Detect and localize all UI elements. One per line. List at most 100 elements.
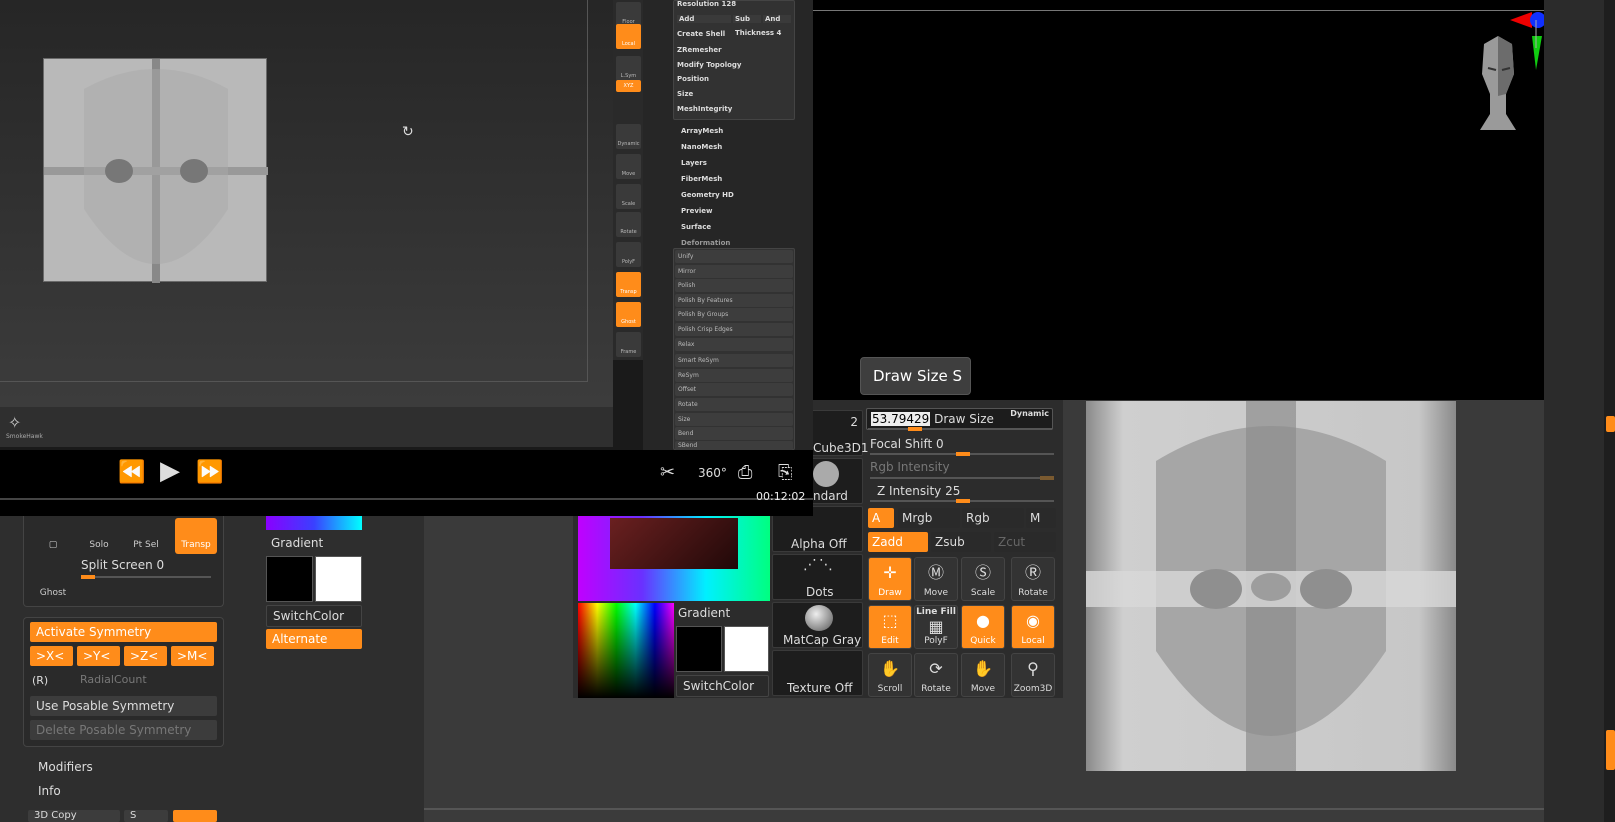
palette-primary-swatch[interactable] [676, 626, 722, 672]
palette-secondary-swatch[interactable] [724, 626, 769, 672]
rotate-button[interactable]: Rotate [616, 212, 641, 237]
viewport-canvas[interactable] [810, 0, 1544, 400]
thickness-slider[interactable]: Thickness 4 [735, 29, 781, 37]
rewind-icon[interactable]: ⏪ [118, 462, 145, 484]
alternate-button[interactable]: Alternate [266, 629, 362, 649]
deformation-slider[interactable]: Polish Crisp Edges [675, 323, 793, 336]
move-tool-button[interactable]: Ⓜ Move [914, 557, 958, 601]
deformation-slider[interactable]: Relax [675, 338, 793, 351]
activate-symmetry-button[interactable]: Activate Symmetry [30, 622, 217, 642]
deformation-slider[interactable]: Smart ReSym [675, 354, 793, 367]
ghost-toggle[interactable]: Ghost [616, 302, 641, 327]
share-icon[interactable]: ⎘ [778, 462, 792, 484]
move-button[interactable]: Move [616, 154, 641, 179]
draw-size-slider[interactable]: 53.79429 Draw Size Dynamic [866, 408, 1053, 430]
axis-m-button[interactable]: >M< [171, 646, 214, 666]
deformation-slider[interactable]: Rotate [675, 398, 793, 411]
switch-color-button[interactable]: SwitchColor [266, 605, 362, 627]
deformation-slider[interactable]: Polish By Features [675, 294, 793, 307]
rotate-tool-button[interactable]: Ⓡ Rotate [1011, 557, 1055, 601]
move-view-button[interactable]: ✋ Move [961, 653, 1005, 697]
deformation-slider[interactable]: Size [675, 413, 793, 426]
m-button[interactable]: M [1026, 508, 1056, 528]
polyf-toggle[interactable]: PolyF [616, 242, 641, 267]
geometry-item[interactable]: Position [677, 75, 709, 83]
s-button[interactable]: S [124, 810, 168, 822]
split-screen-slider[interactable] [81, 575, 211, 579]
draw-tool-button[interactable]: ✛ Draw [868, 557, 912, 601]
axis-y-button[interactable]: >Y< [77, 646, 120, 666]
solo-button[interactable]: Solo [78, 518, 120, 554]
info-menu[interactable]: Info [38, 784, 61, 798]
deformation-slider[interactable]: ReSym [675, 369, 793, 382]
camera-icon[interactable]: ⎙ [738, 462, 752, 484]
tray-tab[interactable] [1606, 730, 1615, 770]
deformation-slider[interactable]: Polish [675, 279, 793, 292]
secondary-color-swatch[interactable] [315, 556, 362, 602]
tray-tab[interactable] [1606, 416, 1615, 432]
polyf-button[interactable]: Line Fill ▦ PolyF [914, 605, 958, 649]
tool-menu-item[interactable]: Preview [681, 207, 713, 215]
play-icon[interactable]: ▶ [160, 458, 180, 484]
scissors-icon[interactable]: ✂ [660, 462, 675, 484]
modifiers-menu[interactable]: Modifiers [38, 760, 93, 774]
tool-menu-item[interactable]: NanoMesh [681, 143, 722, 151]
dynamic-button[interactable]: Dynamic [616, 124, 641, 149]
local-toggle[interactable]: Local [616, 24, 641, 49]
geometry-item[interactable]: ZRemesher [677, 46, 722, 54]
edit-button[interactable]: ⬚ Edit [868, 605, 912, 649]
tool-menu-item[interactable]: FiberMesh [681, 175, 722, 183]
360-icon[interactable]: 360° [698, 462, 727, 484]
head-navigation-icon[interactable] [1470, 34, 1526, 132]
deformation-slider[interactable]: Offset [675, 383, 793, 396]
sub-button[interactable]: Sub [733, 15, 761, 23]
dynamic-toggle[interactable]: Dynamic [1010, 404, 1049, 424]
rgb-intensity-slider[interactable] [870, 476, 1054, 480]
hue-strip[interactable] [266, 516, 362, 530]
deformation-slider[interactable]: Bend [675, 427, 793, 440]
palette-switch-color-button[interactable]: SwitchColor [676, 675, 769, 697]
add-button[interactable]: Add [677, 15, 731, 23]
deformation-header[interactable]: Deformation [681, 239, 730, 247]
and-button[interactable]: And [763, 15, 791, 23]
material-selector[interactable]: MatCap Gray [772, 602, 863, 648]
mrgb-button[interactable]: Mrgb [898, 508, 960, 528]
xyz-button[interactable]: XYZ [616, 80, 641, 92]
geometry-item[interactable]: Size [677, 90, 693, 98]
scale-tool-button[interactable]: Ⓢ Scale [961, 557, 1005, 601]
scroll-button[interactable]: ✋ Scroll [868, 653, 912, 697]
tool-menu-item[interactable]: Surface [681, 223, 711, 231]
radial-count-slider[interactable]: RadialCount [80, 673, 147, 686]
stroke-selector[interactable]: ⋰⋱ Dots [772, 554, 863, 600]
axis-z-button[interactable]: >Z< [124, 646, 167, 666]
axis-x-button[interactable]: >X< [30, 646, 73, 666]
z-intensity-slider[interactable] [870, 499, 1054, 503]
orange-toggle[interactable] [173, 810, 217, 822]
frame-button[interactable]: Frame [616, 332, 641, 357]
video-progress-bar[interactable] [0, 498, 813, 500]
use-posable-symmetry-button[interactable]: Use Posable Symmetry [30, 696, 217, 716]
rgb-button[interactable]: Rgb [962, 508, 1024, 528]
resolution-slider[interactable]: Resolution 128 [677, 0, 736, 8]
ghost-button[interactable]: Ghost [32, 566, 74, 602]
focal-shift-slider[interactable] [870, 452, 1054, 456]
zcut-button[interactable]: Zcut [994, 532, 1056, 552]
color-square[interactable] [610, 518, 738, 569]
rotate-view-button[interactable]: ⟳ Rotate [914, 653, 958, 697]
cube-icon[interactable]: ▢ [32, 518, 74, 554]
tool-menu-item[interactable]: Geometry HD [681, 191, 734, 199]
lsym-button[interactable]: L.Sym [616, 56, 641, 81]
mode-a-button[interactable]: A [868, 508, 894, 528]
geometry-item[interactable]: MeshIntegrity [677, 105, 732, 113]
video-player[interactable]: ↻ ✧ SmokeHawk Floor Local L.Sym XYZ Dyna… [0, 0, 813, 516]
zoom3d-button[interactable]: ⚲ Zoom3D [1011, 653, 1055, 697]
zadd-button[interactable]: Zadd [868, 532, 928, 552]
quick-button[interactable]: ● Quick [961, 605, 1005, 649]
deformation-slider[interactable]: Unify [675, 250, 793, 263]
color-picker[interactable] [578, 603, 674, 698]
transp-toggle[interactable]: Transp [616, 272, 641, 297]
geometry-item[interactable]: Modify Topology [677, 61, 742, 69]
texture-selector[interactable]: Texture Off [772, 650, 863, 696]
tool-menu-item[interactable]: Layers [681, 159, 707, 167]
primary-color-swatch[interactable] [266, 556, 313, 602]
